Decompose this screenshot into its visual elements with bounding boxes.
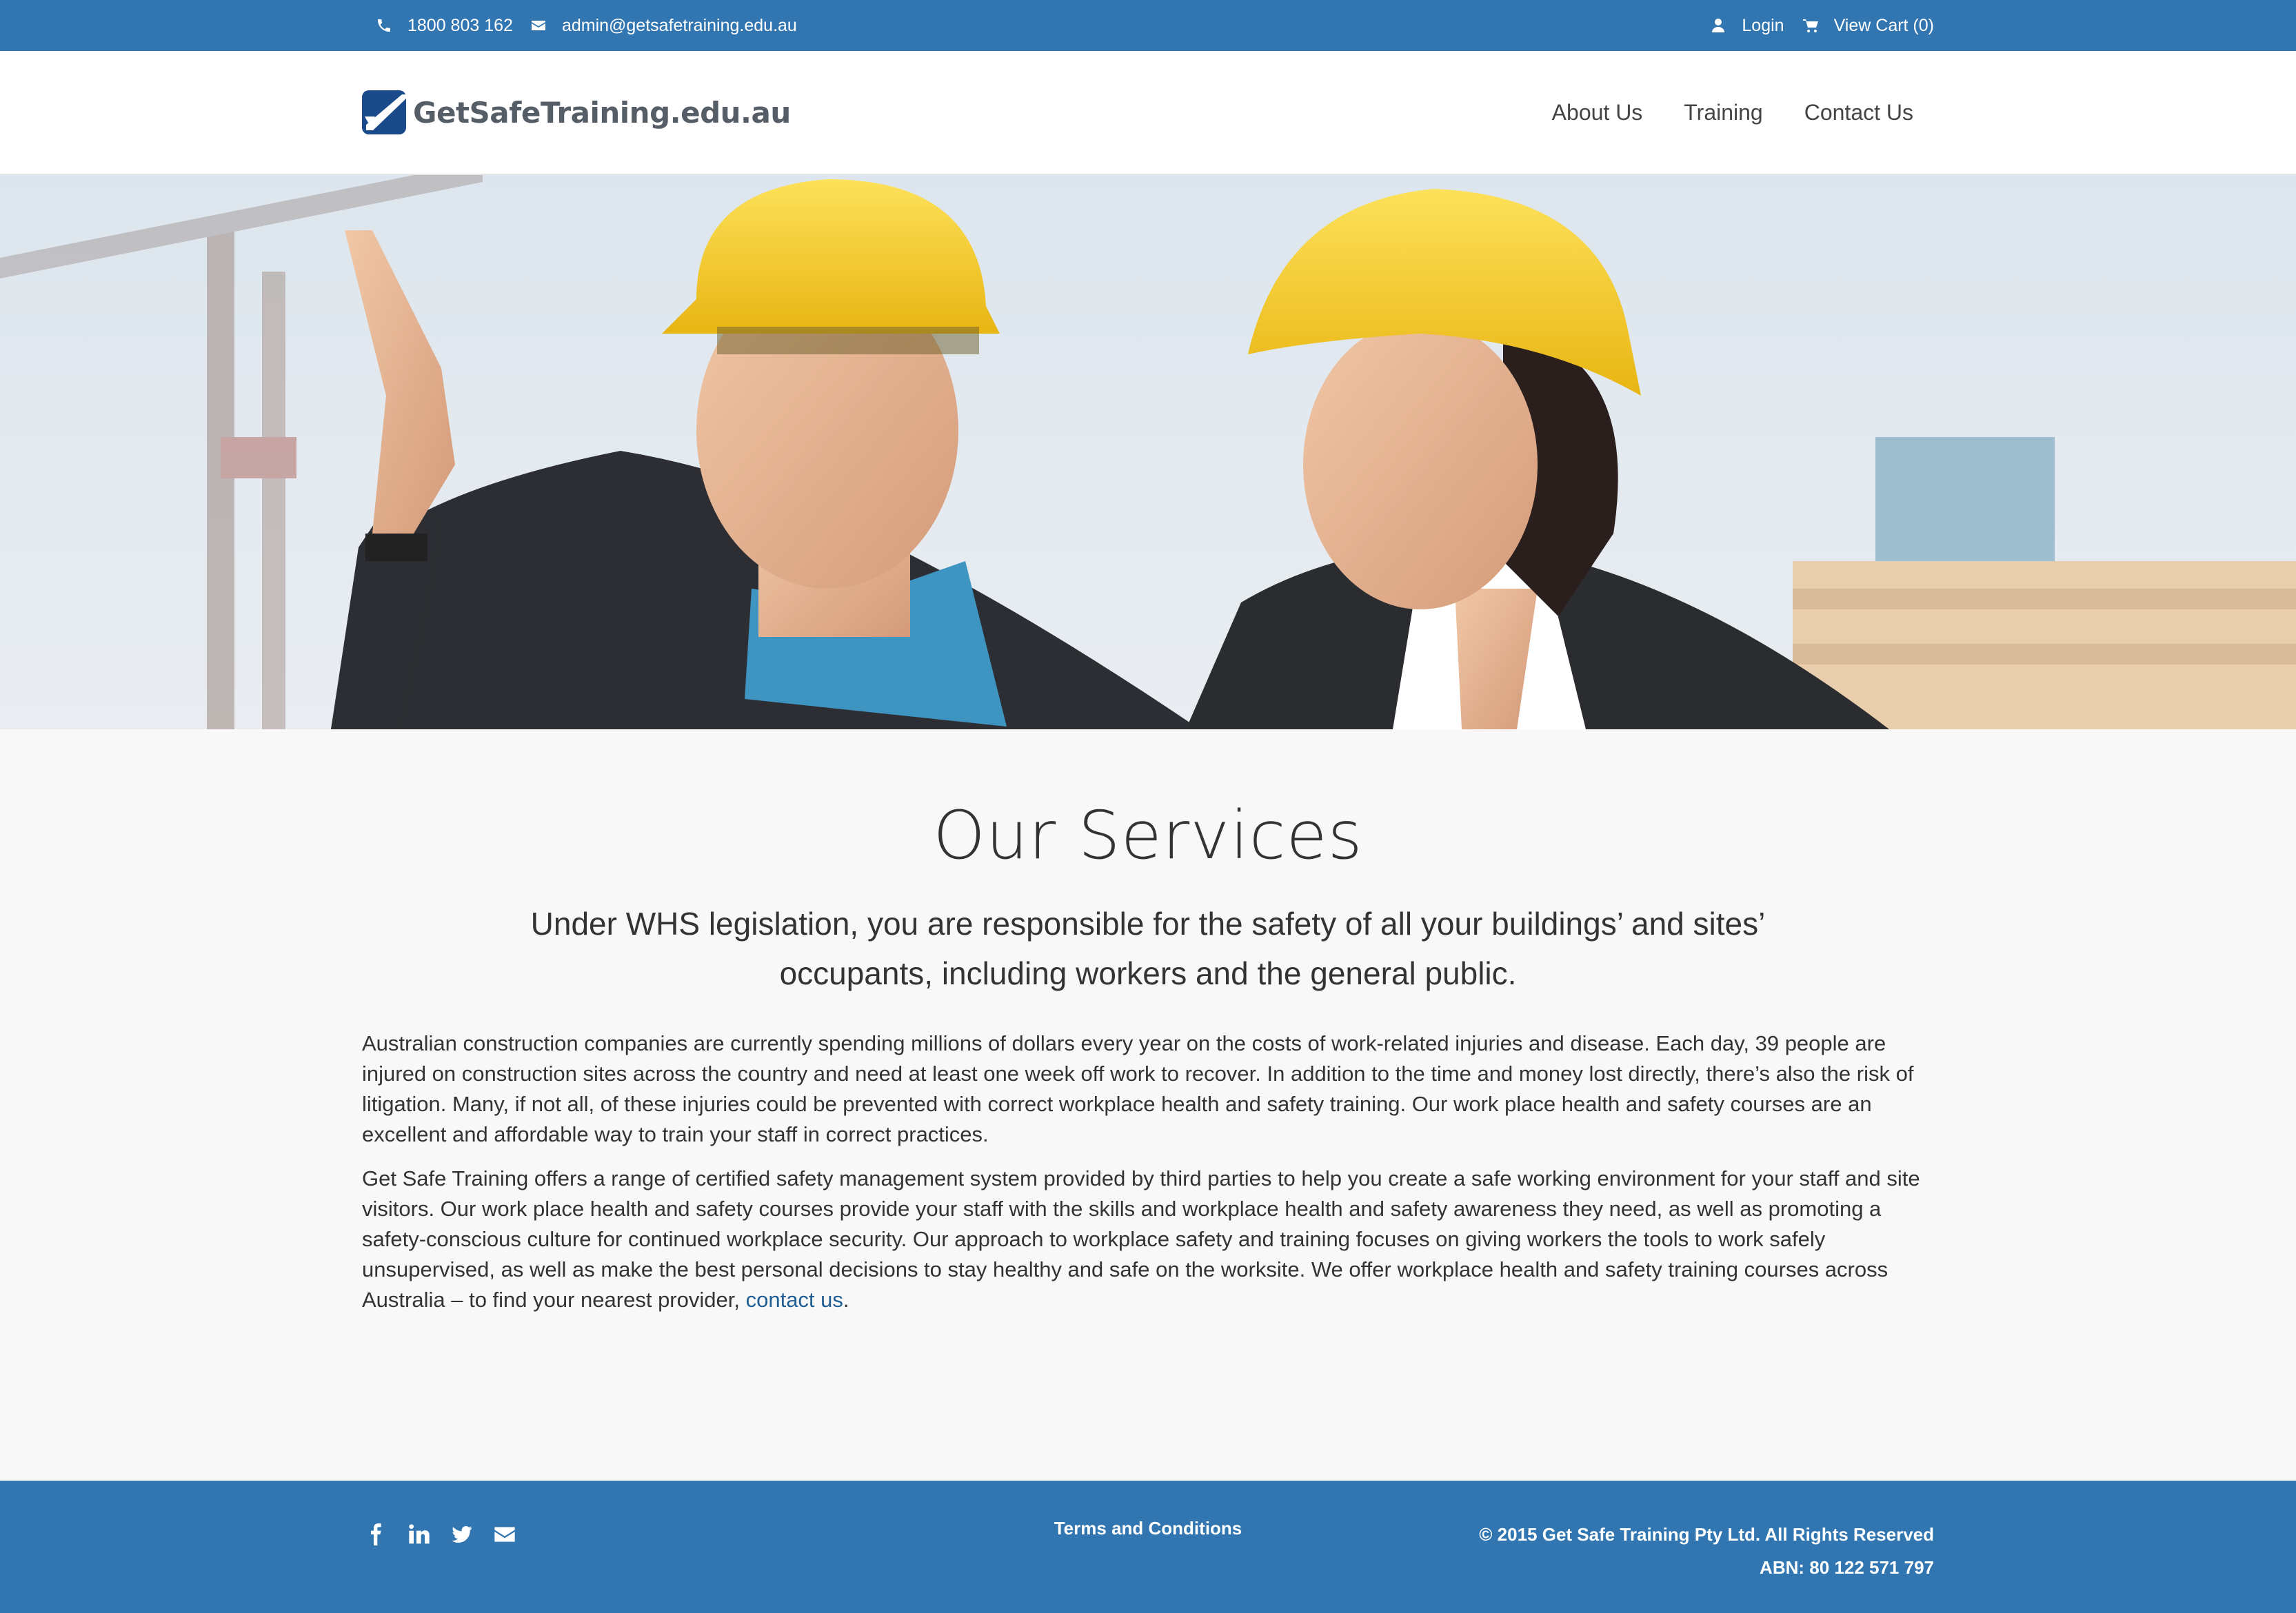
twitter-icon [452, 1526, 472, 1543]
social-links [365, 1523, 536, 1545]
login-link[interactable]: Login [1710, 16, 1784, 36]
nav-item-training[interactable]: Training [1684, 100, 1762, 125]
linkedin-link[interactable] [408, 1523, 430, 1545]
logo-text: GetSafeTraining.edu.au [413, 95, 791, 130]
hero-image [0, 175, 2296, 729]
email-link[interactable]: admin@getsafetraining.edu.au [530, 16, 797, 36]
facebook-link[interactable] [365, 1523, 387, 1545]
linkedin-icon [409, 1524, 430, 1544]
email-address: admin@getsafetraining.edu.au [561, 15, 797, 35]
lead-text: Under WHS legislation, you are responsib… [530, 906, 1766, 991]
view-cart-label: View Cart (0) [1833, 15, 1934, 35]
envelope-icon [494, 1527, 515, 1542]
phone-icon [378, 19, 390, 32]
shopping-cart-icon [1802, 19, 1818, 32]
site-footer: Terms and Conditions © 2015 Get Safe Tra… [0, 1481, 2296, 1613]
phone-link[interactable]: 1800 803 162 [376, 16, 513, 36]
top-bar: 1800 803 162 admin@getsafetraining.edu.a… [0, 0, 2296, 51]
phone-number: 1800 803 162 [407, 15, 513, 35]
logo-check-icon [362, 90, 406, 134]
envelope-icon [531, 21, 545, 30]
paragraph-2: Get Safe Training offers a range of cert… [362, 1164, 1937, 1315]
terms-link[interactable]: Terms and Conditions [965, 1518, 1331, 1539]
nav-item-contact-us[interactable]: Contact Us [1804, 100, 1913, 125]
site-header: GetSafeTraining.edu.au About Us Training… [0, 51, 2296, 175]
facebook-icon [371, 1523, 381, 1545]
login-label: Login [1742, 15, 1784, 35]
contact-us-link[interactable]: contact us [746, 1288, 843, 1312]
twitter-link[interactable] [451, 1523, 473, 1545]
nav-item-about-us[interactable]: About Us [1552, 100, 1643, 125]
page-title: Our Services [933, 797, 1363, 874]
paragraph-2-text: Get Safe Training offers a range of cert… [362, 1166, 1920, 1312]
site-logo[interactable]: GetSafeTraining.edu.au [362, 90, 791, 134]
main-nav: About Us Training Contact Us [1511, 100, 1913, 125]
email-footer-link[interactable] [494, 1523, 516, 1545]
paragraph-1: Australian construction companies are cu… [362, 1031, 1914, 1146]
view-cart-link[interactable]: View Cart (0) [1802, 16, 1934, 36]
body-text: Australian construction companies are cu… [362, 1028, 1937, 1329]
copyright-text: © 2015 Get Safe Training Pty Ltd. All Ri… [1479, 1524, 1934, 1545]
services-section: Our Services Under WHS legislation, you … [0, 729, 2296, 1481]
hero-banner [0, 175, 2296, 729]
abn-text: ABN: 80 122 571 797 [1760, 1557, 1934, 1578]
copyright-block: © 2015 Get Safe Training Pty Ltd. All Ri… [1479, 1518, 1934, 1584]
paragraph-2-end: . [843, 1288, 849, 1312]
user-icon [1712, 19, 1725, 32]
